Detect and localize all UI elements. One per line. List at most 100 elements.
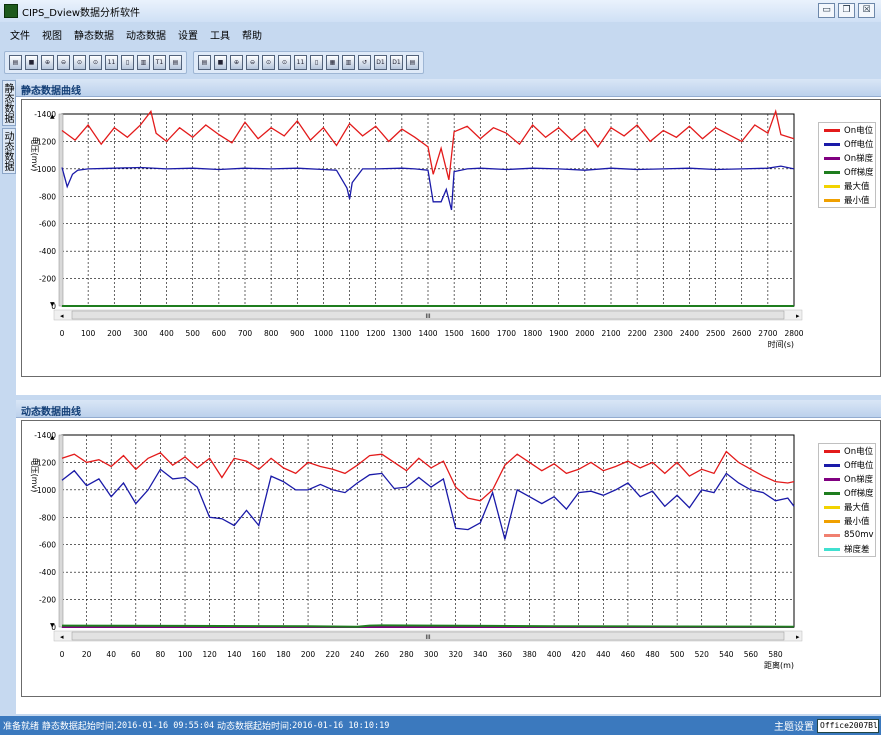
toolbar-group2-button-13[interactable]: D1	[390, 54, 403, 70]
static-panel-title: 静态数据曲线	[16, 79, 881, 97]
window-title: CIPS_Dview数据分析软件	[22, 7, 141, 19]
legend-swatch	[824, 491, 840, 495]
legend-swatch	[824, 547, 840, 551]
x-tick-label: 460	[621, 650, 636, 659]
theme-select[interactable]: Office2007Blue	[817, 718, 879, 733]
x-tick-label: 100	[178, 650, 193, 659]
scrollbar-grip: III	[425, 313, 431, 320]
toolbar-group1-button-8[interactable]: ▯	[121, 54, 134, 70]
close-button[interactable]: ☒	[858, 3, 875, 18]
static-panel: 静态数据曲线 0 -200 -400 -600 -800 -1000 -1200 -1400 0…	[16, 79, 881, 395]
x-tick-label: 160	[252, 650, 267, 659]
x-tick-label: 520	[695, 650, 710, 659]
status-bar: 准备就绪 静态数据起始时间: 2016-01-16 09:55:04 动态数据起…	[0, 716, 881, 735]
x-tick-label: 500	[186, 329, 201, 338]
toolbar-group1-button-7[interactable]: 11	[105, 54, 118, 70]
legend-item: 850mv	[819, 528, 875, 542]
toolbar-group1-button-10[interactable]: T1	[153, 54, 166, 70]
side-tabs: 静态数据 动态数据	[2, 80, 16, 176]
toolbar-group2-button-6[interactable]: ⊙	[278, 54, 291, 70]
toolbar-group2-button-12[interactable]: D1	[374, 54, 387, 70]
toolbar-group-dynamic: ▤ ■ ⊕ ⊖ ⊙ ⊙ 11 ▯ ▦ ▥ ↺ D1 D1 ▤	[193, 50, 424, 74]
y-tick-label: -600	[39, 220, 56, 229]
title-bar: CIPS_Dview数据分析软件 ▭ ❐ ☒	[0, 0, 881, 22]
legend-swatch	[824, 156, 840, 160]
static-legend: On电位 Off电位 On梯度 Off梯度 最大值 最小值	[818, 122, 876, 208]
x-tick-label: 800	[264, 329, 279, 338]
x-tick-label: 80	[156, 650, 166, 659]
x-tick-label: 1600	[471, 329, 490, 338]
x-tick-label: 400	[547, 650, 562, 659]
x-tick-label: 140	[227, 650, 242, 659]
y-tick-label: -400	[39, 247, 56, 256]
legend-label: On梯度	[844, 154, 874, 164]
side-tab-static[interactable]: 静态数据	[2, 80, 16, 126]
y-tick-label: -200	[39, 596, 56, 605]
toolbar-group1-button-4[interactable]: ⊖	[57, 54, 70, 70]
legend-swatch	[824, 519, 840, 523]
legend-label: On电位	[844, 126, 874, 136]
vertical-scrollbar	[58, 113, 64, 307]
toolbar-group1-button-2[interactable]: ■	[25, 54, 38, 70]
toolbar-group1-button-11[interactable]: ▤	[169, 54, 182, 70]
toolbar-group1-button-5[interactable]: ⊙	[73, 54, 86, 70]
vertical-scrollbar	[58, 434, 64, 628]
x-tick-label: 1700	[497, 329, 516, 338]
toolbar-group2-button-7[interactable]: 11	[294, 54, 307, 70]
legend-label: 最小值	[844, 196, 870, 206]
scroll-right-arrow: ▸	[796, 633, 800, 641]
menu-view[interactable]: 视图	[42, 27, 62, 42]
toolbar-group2-button-10[interactable]: ▥	[342, 54, 355, 70]
legend-swatch	[824, 505, 840, 509]
restore-button[interactable]: ❐	[838, 3, 855, 18]
y-axis-label: 电压(mv)	[30, 137, 40, 172]
toolbar-group1-button-1[interactable]: ▤	[9, 54, 22, 70]
legend-item: Off电位	[819, 137, 875, 151]
y-tick-label: -800	[39, 513, 56, 522]
y-tick-label: -400	[39, 568, 56, 577]
menu-help[interactable]: 帮助	[242, 27, 262, 42]
toolbar-group1-button-9[interactable]: ▥	[137, 54, 150, 70]
theme-label: 主题设置	[774, 722, 814, 733]
x-tick-label: 240	[350, 650, 365, 659]
dynamic-legend: On电位 Off电位 On梯度 Off梯度 最大值 最小值 850mv 梯度差	[818, 443, 876, 557]
toolbar-group2-button-8[interactable]: ▯	[310, 54, 323, 70]
menu-tools[interactable]: 工具	[210, 27, 230, 42]
menu-settings[interactable]: 设置	[178, 27, 198, 42]
dynamic-panel-title: 动态数据曲线	[16, 400, 881, 418]
x-tick-label: 300	[133, 329, 148, 338]
x-tick-label: 280	[399, 650, 414, 659]
x-axis-label: 时间(s)	[768, 339, 794, 349]
x-tick-label: 200	[301, 650, 316, 659]
minimize-button[interactable]: ▭	[818, 3, 835, 18]
x-tick-label: 560	[744, 650, 759, 659]
toolbar-group2-button-2[interactable]: ■	[214, 54, 227, 70]
menu-file[interactable]: 文件	[10, 27, 30, 42]
x-tick-label: 700	[238, 329, 253, 338]
toolbar-group2-button-5[interactable]: ⊙	[262, 54, 275, 70]
side-tab-dynamic[interactable]: 动态数据	[2, 128, 16, 174]
status-dynamic-time: 2016-01-16 10:10:19	[292, 720, 390, 731]
legend-swatch	[824, 198, 840, 202]
scroll-up-arrow: ▲	[50, 434, 55, 441]
toolbar-group2-button-1[interactable]: ▤	[198, 54, 211, 70]
menu-static-data[interactable]: 静态数据	[74, 27, 114, 42]
toolbar-group2-button-14[interactable]: ▤	[406, 54, 419, 70]
x-tick-label: 2100	[601, 329, 620, 338]
x-tick-label: 420	[572, 650, 587, 659]
toolbar-group1-button-6[interactable]: ⊙	[89, 54, 102, 70]
x-tick-label: 400	[159, 329, 174, 338]
toolbar-group2-button-3[interactable]: ⊕	[230, 54, 243, 70]
legend-item: Off梯度	[819, 486, 875, 500]
toolbar-group2-button-9[interactable]: ▦	[326, 54, 339, 70]
toolbar-group2-button-4[interactable]: ⊖	[246, 54, 259, 70]
toolbar-group1-button-3[interactable]: ⊕	[41, 54, 54, 70]
legend-swatch	[824, 142, 840, 146]
toolbar-group2-button-11[interactable]: ↺	[358, 54, 371, 70]
static-chart: 0-200-400-600-800-1000-1200-14000 100 200 3…	[30, 108, 804, 349]
x-tick-label: 2700	[758, 329, 777, 338]
scroll-right-arrow: ▸	[796, 312, 800, 320]
menu-dynamic-data[interactable]: 动态数据	[126, 27, 166, 42]
status-static-label: 静态数据起始时间:	[41, 722, 117, 732]
scroll-down-arrow: ▼	[50, 622, 55, 629]
